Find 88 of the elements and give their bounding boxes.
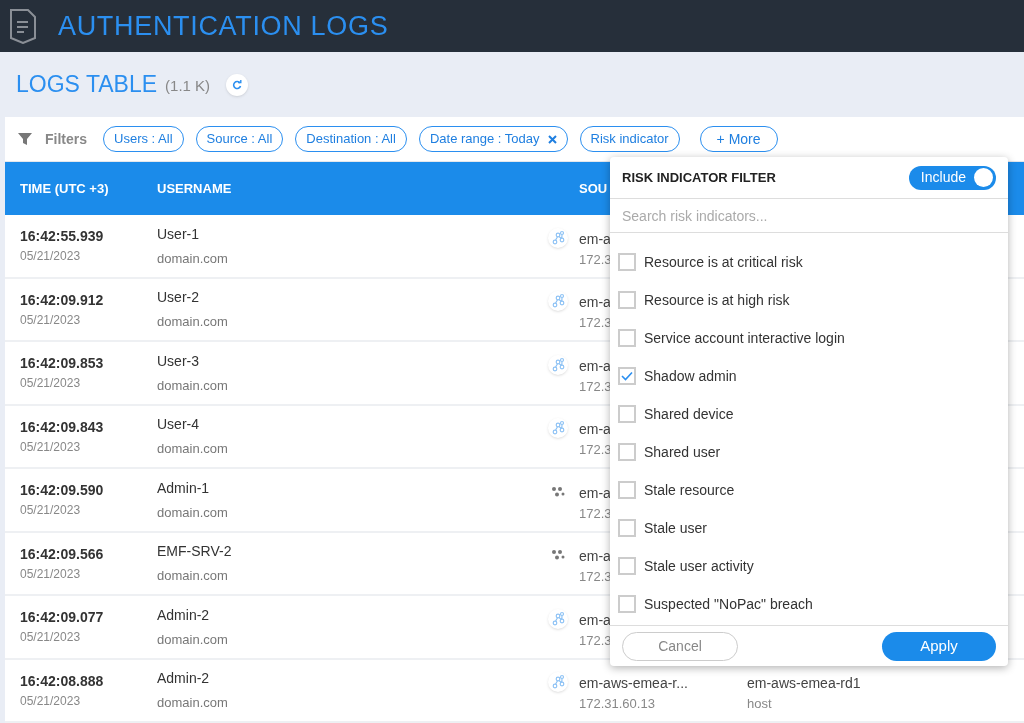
time-text: 16:42:09.590	[20, 481, 105, 501]
date-text: 05/21/2023	[20, 692, 82, 710]
domain-text: domain.com	[157, 630, 229, 649]
username-text: User-1	[157, 224, 200, 244]
source-text: em-a	[579, 420, 611, 439]
destination-type-text: host	[747, 695, 772, 713]
date-text: 05/21/2023	[20, 565, 82, 583]
checkbox[interactable]	[618, 557, 636, 575]
nodes-icon	[548, 608, 568, 629]
username-text: EMF-SRV-2	[157, 542, 233, 561]
date-text: 05/21/2023	[20, 248, 82, 266]
dropdown-title: RISK INDICATOR FILTER	[622, 168, 776, 187]
column-header[interactable]: USERNAME	[157, 178, 579, 199]
username-text: User-3	[157, 351, 200, 371]
domain-text: domain.com	[157, 376, 229, 395]
source-text: em-a	[579, 483, 611, 503]
nodes-icon	[548, 227, 568, 248]
filters-label: Filters	[45, 129, 87, 149]
document-icon	[8, 8, 38, 44]
domain-text: domain.com	[157, 313, 229, 331]
risk-option[interactable]: Stale user activity	[610, 547, 762, 585]
close-icon[interactable]	[547, 134, 557, 144]
filter-icon	[17, 131, 33, 147]
checkbox[interactable]	[618, 595, 636, 613]
risk-option[interactable]: Suspected "NoPac" breach	[610, 585, 821, 623]
checkbox[interactable]	[618, 367, 636, 385]
source-text: em-a	[579, 547, 611, 566]
username-text: Admin-2	[157, 605, 211, 625]
date-text: 05/21/2023	[20, 629, 82, 647]
date-text: 05/21/2023	[20, 438, 82, 456]
time-text: 16:42:09.912	[20, 290, 105, 310]
source-text: em-a	[579, 293, 611, 312]
dots-icon	[551, 549, 565, 562]
nodes-icon	[548, 672, 568, 693]
username-text: Admin-1	[157, 478, 211, 498]
destination-text: em-aws-emea-rd1	[747, 674, 861, 693]
username-text: User-2	[157, 288, 200, 307]
search-field[interactable]: Search risk indicators...	[610, 199, 1008, 233]
time-text: 16:42:08.888	[20, 671, 105, 691]
nodes-icon	[548, 291, 568, 312]
checkbox[interactable]	[618, 519, 636, 537]
source-ip-text: 172.31.60.13	[579, 695, 655, 713]
record-count: (1.1 K)	[165, 76, 211, 97]
nodes-icon	[548, 418, 568, 439]
column-header[interactable]: SOU	[579, 178, 608, 199]
risk-option[interactable]: Service account interactive login	[610, 319, 853, 357]
checkbox[interactable]	[618, 443, 636, 461]
checkbox[interactable]	[618, 481, 636, 499]
time-text: 16:42:09.077	[20, 608, 105, 628]
date-text: 05/21/2023	[20, 311, 82, 329]
column-header[interactable]: TIME (UTC +3)	[5, 178, 157, 199]
source-text: em-a	[579, 229, 611, 249]
domain-text: domain.com	[157, 440, 229, 458]
domain-text: domain.com	[157, 694, 229, 712]
date-text: 05/21/2023	[20, 375, 82, 393]
risk-option[interactable]: Shared device	[610, 395, 742, 433]
domain-text: domain.com	[157, 249, 229, 268]
risk-option[interactable]: Stale user	[610, 509, 716, 547]
refresh-button[interactable]	[226, 73, 249, 96]
time-text: 16:42:09.566	[20, 544, 105, 564]
nodes-icon	[548, 354, 568, 375]
domain-text: domain.com	[157, 503, 229, 522]
time-text: 16:42:09.843	[20, 417, 105, 437]
time-text: 16:42:55.939	[20, 227, 105, 247]
checkbox[interactable]	[618, 405, 636, 423]
date-text: 05/21/2023	[20, 502, 82, 520]
checkbox[interactable]	[618, 253, 636, 271]
username-text: Admin-2	[157, 669, 211, 688]
page-title: AUTHENTICATION LOGS	[58, 9, 389, 43]
source-text: em-a	[579, 356, 611, 376]
risk-option[interactable]: Stale resource	[610, 471, 743, 509]
checkbox[interactable]	[618, 291, 636, 309]
dots-icon	[551, 485, 565, 498]
risk-option[interactable]: Shared user	[610, 433, 729, 471]
username-text: User-4	[157, 415, 200, 434]
check-icon	[621, 371, 633, 381]
apply-button[interactable]: Apply	[882, 631, 996, 661]
time-text: 16:42:09.853	[20, 354, 105, 374]
risk-option[interactable]: Resource is at critical risk	[610, 243, 811, 281]
source-text: em-a	[579, 610, 611, 630]
source-text: em-aws-emea-r...	[579, 674, 688, 693]
refresh-icon	[232, 79, 243, 90]
risk-option[interactable]: Resource is at high risk	[610, 281, 798, 319]
include-toggle[interactable]: Include	[908, 165, 996, 190]
risk-option[interactable]: Shadow admin	[610, 357, 745, 395]
domain-text: domain.com	[157, 567, 229, 585]
section-title: LOGS TABLE	[16, 70, 158, 100]
checkbox[interactable]	[618, 329, 636, 347]
